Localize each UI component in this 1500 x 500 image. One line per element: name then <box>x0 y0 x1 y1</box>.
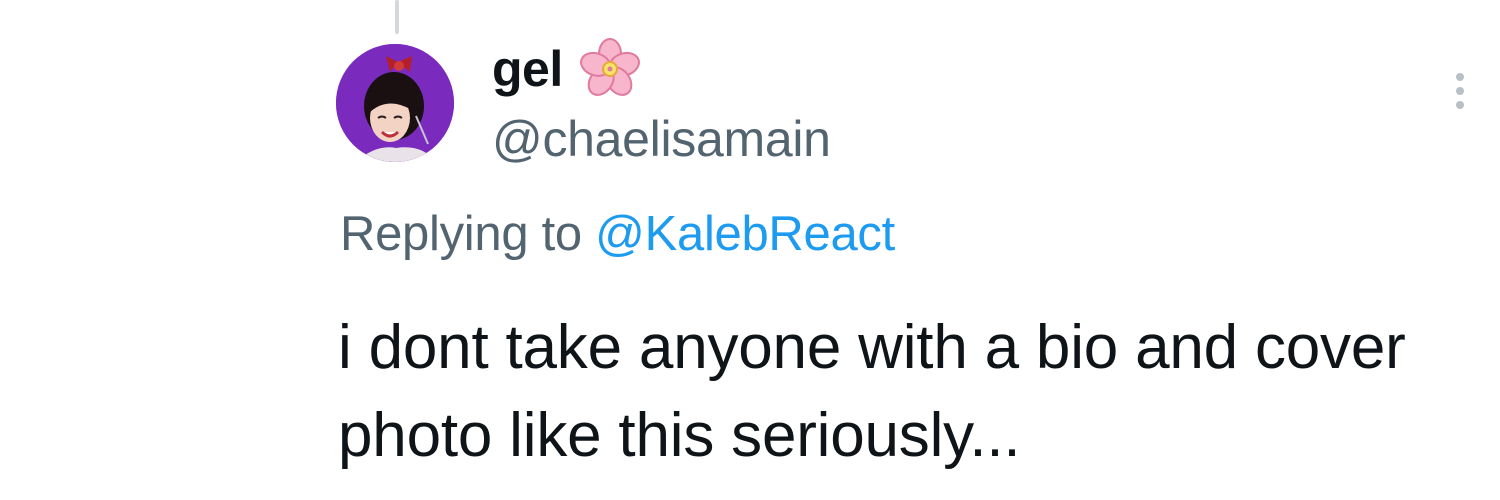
more-options-icon[interactable] <box>1440 66 1480 116</box>
cherry-blossom-icon <box>577 36 643 102</box>
replying-prefix: Replying to <box>340 207 582 261</box>
replying-to-mention-link[interactable]: @KalebReact <box>595 207 895 261</box>
more-options-dot <box>1456 101 1464 109</box>
more-options-dot <box>1456 87 1464 95</box>
thread-connector-line <box>395 0 399 34</box>
avatar[interactable] <box>336 44 454 162</box>
tweet-text: i dont take anyone with a bio and cover … <box>338 313 1406 470</box>
author-handle[interactable]: @chaelisamain <box>492 110 831 168</box>
author-name-row: gel <box>492 36 643 102</box>
more-options-dot <box>1456 73 1464 81</box>
replying-to-line: Replying to @KalebReact <box>340 206 895 262</box>
author-display-name[interactable]: gel <box>492 40 563 98</box>
